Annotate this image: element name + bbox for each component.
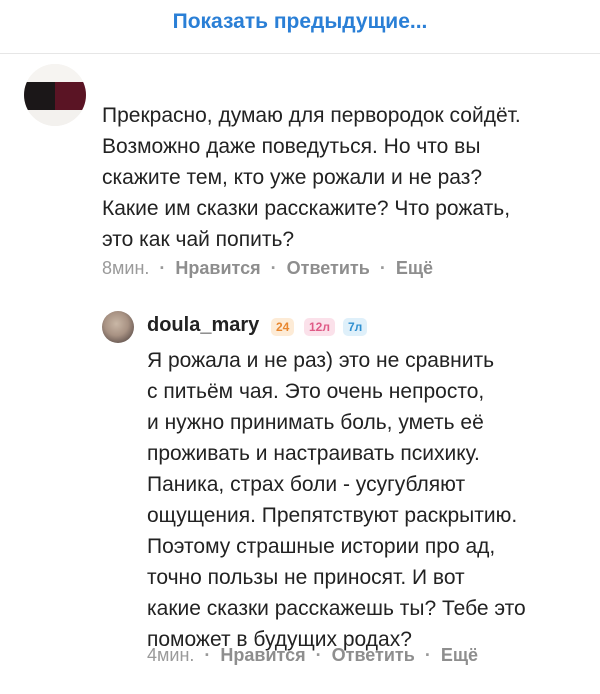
reply-username[interactable]: doula_mary bbox=[147, 314, 259, 337]
reply-avatar[interactable] bbox=[102, 311, 134, 343]
more-button[interactable]: Ещё bbox=[441, 645, 478, 666]
badge-child-age: 12л bbox=[304, 318, 335, 336]
reply-time: 4мин. bbox=[147, 645, 195, 665]
badge-pregnancy-week: 24 bbox=[271, 318, 295, 336]
separator-dot: · bbox=[159, 258, 166, 278]
separator-dot: · bbox=[424, 645, 431, 665]
like-button[interactable]: Нравится bbox=[220, 645, 305, 666]
separator-dot: · bbox=[315, 645, 322, 665]
reply-button[interactable]: Ответить bbox=[287, 258, 370, 279]
badge-child-age-2: 7л bbox=[343, 318, 368, 336]
divider bbox=[0, 53, 600, 54]
separator-dot: · bbox=[379, 258, 386, 278]
reply-text: Я рожала и не раз) это не сравнить с пит… bbox=[147, 349, 526, 651]
more-button[interactable]: Ещё bbox=[396, 258, 433, 279]
separator-dot: · bbox=[270, 258, 277, 278]
like-button[interactable]: Нравится bbox=[175, 258, 260, 279]
show-previous-link[interactable]: Показать предыдущие... bbox=[0, 0, 600, 44]
reply-meta: 4мин. · Нравится · Ответить · Ещё bbox=[147, 645, 478, 666]
comment-meta: 8мин. · Нравится · Ответить · Ещё bbox=[102, 258, 433, 279]
avatar[interactable] bbox=[24, 64, 86, 126]
comment-time: 8мин. bbox=[102, 258, 150, 278]
comment-text: Прекрасно, думаю для первородок сойдёт. … bbox=[102, 104, 521, 251]
separator-dot: · bbox=[204, 645, 211, 665]
reply-button[interactable]: Ответить bbox=[332, 645, 415, 666]
